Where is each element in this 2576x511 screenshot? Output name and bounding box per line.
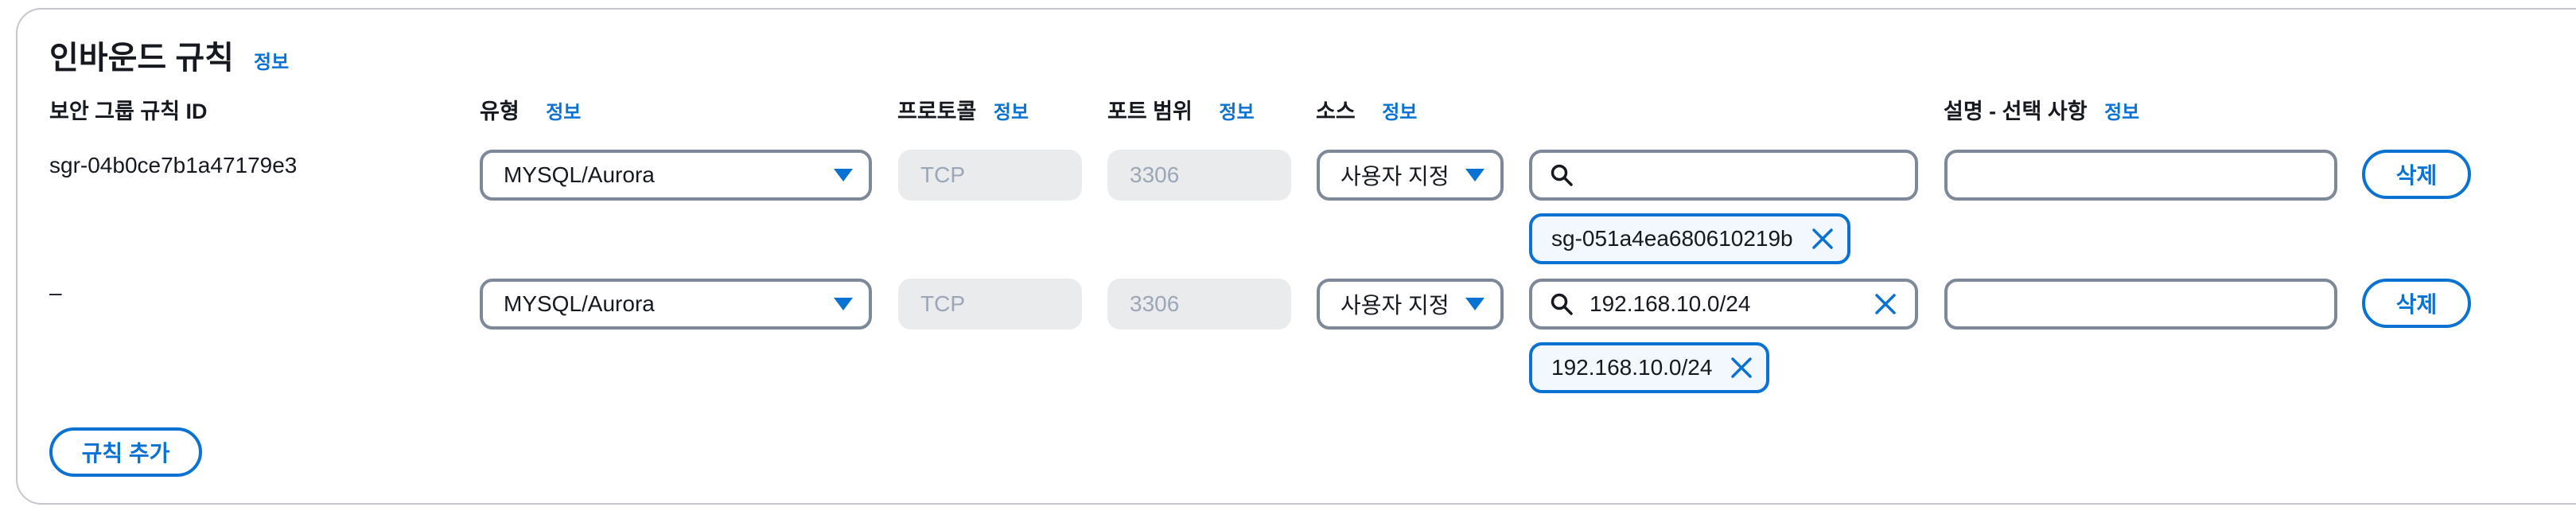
source-type-value: 사용자 지정 bbox=[1341, 164, 1449, 189]
header-description: 설명 - 선택 사항 정보 bbox=[1944, 94, 2139, 125]
close-icon bbox=[1875, 294, 1896, 314]
section-title-text: 인바운드 규칙 bbox=[49, 41, 234, 76]
header-protocol: 프로토콜 정보 bbox=[897, 94, 1029, 125]
section-info-link[interactable]: 정보 bbox=[254, 52, 289, 73]
section-title: 인바운드 규칙 정보 bbox=[49, 32, 289, 78]
description-input[interactable] bbox=[1944, 150, 2337, 201]
header-type: 유형 정보 bbox=[480, 94, 581, 125]
source-type-select[interactable]: 사용자 지정 bbox=[1317, 150, 1504, 201]
source-token-label: 192.168.10.0/24 bbox=[1551, 355, 1713, 380]
caret-down-icon bbox=[1465, 169, 1485, 181]
source-token: 192.168.10.0/24 bbox=[1529, 342, 1770, 393]
remove-token-button[interactable] bbox=[1730, 356, 1753, 380]
rule-id: – bbox=[49, 280, 62, 305]
source-search-input[interactable] bbox=[1529, 150, 1918, 201]
header-source-info-link[interactable]: 정보 bbox=[1382, 102, 1417, 123]
header-port-range-label: 포트 범위 bbox=[1107, 99, 1193, 123]
source-type-value: 사용자 지정 bbox=[1341, 293, 1449, 318]
remove-token-button[interactable] bbox=[1811, 227, 1835, 251]
port-range-field: 3306 bbox=[1107, 150, 1291, 201]
type-select[interactable]: MYSQL/Aurora bbox=[480, 150, 872, 201]
header-protocol-info-link[interactable]: 정보 bbox=[994, 102, 1029, 123]
search-icon bbox=[1551, 293, 1573, 315]
port-range-field: 3306 bbox=[1107, 279, 1291, 330]
header-description-label: 설명 - 선택 사항 bbox=[1944, 99, 2088, 123]
caret-down-icon bbox=[834, 169, 853, 181]
rule-id: sgr-04b0ce7b1a47179e3 bbox=[49, 153, 298, 177]
header-description-info-link[interactable]: 정보 bbox=[2104, 102, 2139, 123]
delete-button[interactable]: 삭제 bbox=[2362, 150, 2471, 199]
source-token: sg-051a4ea680610219b bbox=[1529, 213, 1850, 264]
header-type-info-link[interactable]: 정보 bbox=[546, 102, 581, 123]
inbound-rules-panel bbox=[16, 8, 2576, 505]
header-protocol-label: 프로토콜 bbox=[897, 99, 977, 123]
add-rule-button[interactable]: 규칙 추가 bbox=[49, 427, 202, 477]
protocol-field: TCP bbox=[898, 279, 1082, 330]
type-select[interactable]: MYSQL/Aurora bbox=[480, 279, 872, 330]
source-search-left: 192.168.10.0/24 bbox=[1550, 291, 1750, 317]
header-type-label: 유형 bbox=[480, 99, 519, 123]
type-select-value: MYSQL/Aurora bbox=[504, 162, 655, 187]
header-source: 소스 정보 bbox=[1316, 94, 1417, 125]
source-search-input[interactable]: 192.168.10.0/24 bbox=[1529, 279, 1918, 330]
header-source-label: 소스 bbox=[1316, 99, 1356, 123]
source-type-select[interactable]: 사용자 지정 bbox=[1317, 279, 1504, 330]
caret-down-icon bbox=[834, 298, 853, 310]
source-search-value: 192.168.10.0/24 bbox=[1590, 291, 1751, 316]
close-icon bbox=[1731, 357, 1753, 378]
caret-down-icon bbox=[1465, 298, 1485, 310]
search-icon bbox=[1551, 164, 1573, 186]
header-rule-id: 보안 그룹 규칙 ID bbox=[49, 99, 208, 123]
type-select-value: MYSQL/Aurora bbox=[504, 291, 655, 316]
close-icon bbox=[1811, 228, 1833, 249]
delete-button[interactable]: 삭제 bbox=[2362, 279, 2471, 328]
description-input[interactable] bbox=[1944, 279, 2337, 330]
source-token-label: sg-051a4ea680610219b bbox=[1551, 226, 1793, 251]
protocol-field: TCP bbox=[898, 150, 1082, 201]
header-port-range-info-link[interactable]: 정보 bbox=[1219, 102, 1254, 123]
clear-search-button[interactable] bbox=[1874, 292, 1897, 316]
header-port-range: 포트 범위 정보 bbox=[1107, 94, 1255, 125]
